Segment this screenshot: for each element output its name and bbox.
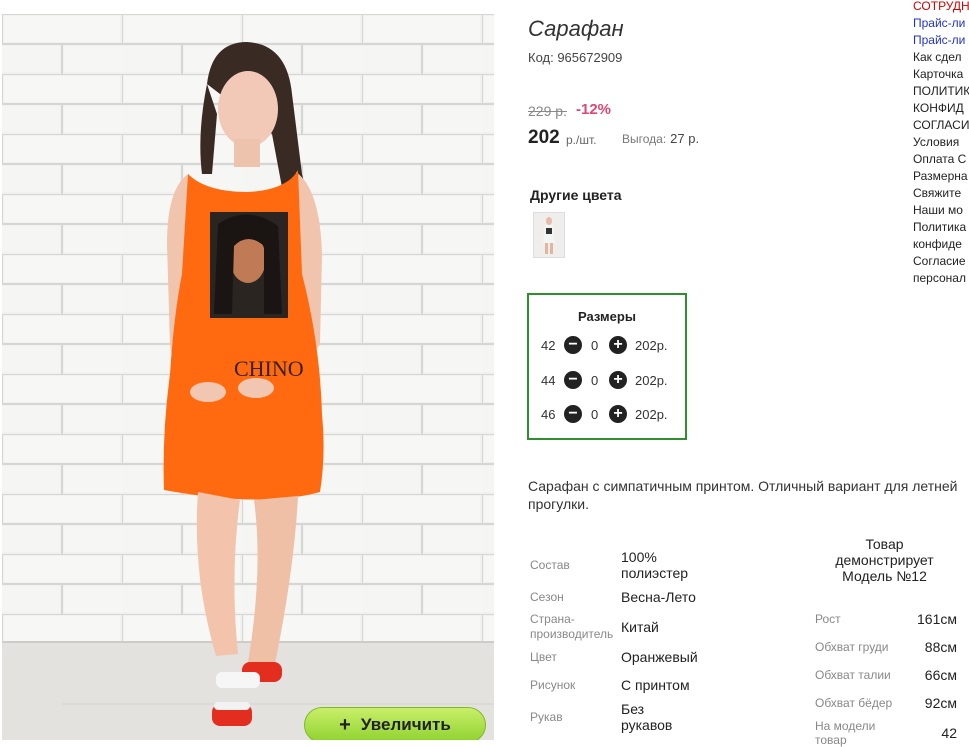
model-param-value: 42	[941, 725, 957, 741]
size-label: 44	[541, 373, 556, 388]
benefit: Выгода: 27 р.	[622, 131, 699, 146]
attr-value: 100% полиэстер	[621, 549, 689, 581]
discount-badge: -12%	[576, 101, 612, 118]
minus-icon[interactable]: −	[564, 371, 582, 389]
plus-icon[interactable]: +	[609, 405, 627, 423]
side-link[interactable]: Оплата С	[913, 151, 969, 168]
model-param-label: Рост	[815, 612, 841, 626]
color-variant-image	[534, 213, 564, 257]
zoom-button-label: Увеличить	[360, 715, 451, 734]
side-link[interactable]: Согласие	[913, 253, 969, 270]
dress-print-text: CHINO	[234, 356, 304, 381]
side-link[interactable]: Условия	[913, 134, 969, 151]
size-label: 42	[541, 338, 556, 353]
product-description: Сарафан с симпатичным принтом. Отличный …	[528, 478, 958, 512]
size-price: 202р.	[635, 407, 668, 422]
side-link[interactable]: Политика	[913, 219, 969, 236]
side-links: СОТРУДН Прайс-ли Прайс-ли Как сдел Карточка П…	[913, 0, 969, 287]
other-colors-title: Другие цвета	[530, 187, 622, 203]
model-param-value: 92см	[924, 695, 957, 711]
product-code: Код: 965672909	[528, 50, 623, 65]
side-link[interactable]: СОТРУДН	[913, 0, 969, 15]
attr-label: Состав	[530, 558, 570, 572]
side-link[interactable]: Свяжите	[913, 185, 969, 202]
side-link[interactable]: конфиде	[913, 236, 969, 253]
benefit-value: 27 р.	[670, 131, 700, 146]
model-param-value: 66см	[924, 667, 957, 683]
model-param-label: Обхват бёдер	[815, 696, 893, 710]
minus-icon[interactable]: −	[564, 336, 582, 354]
side-link[interactable]: ПОЛИТИК	[913, 83, 969, 100]
size-label: 46	[541, 407, 556, 422]
plus-icon: +	[339, 713, 351, 736]
product-photo[interactable]: CHINO + Увеличить	[2, 14, 494, 740]
attr-label: Цвет	[530, 650, 557, 664]
product-photo-image: CHINO	[2, 14, 494, 740]
old-price: 229 р.	[528, 103, 567, 119]
size-row: 44 − 0 + 202р.	[539, 371, 679, 391]
side-link[interactable]: Прайс-ли	[913, 15, 969, 32]
attr-label: Сезон	[530, 590, 564, 604]
side-link[interactable]: Прайс-ли	[913, 32, 969, 49]
side-link[interactable]: Как сдел	[913, 49, 969, 66]
current-price: 202	[528, 127, 560, 148]
side-link[interactable]: Карточка	[913, 66, 969, 83]
attr-label: Рисунок	[530, 678, 576, 692]
side-link[interactable]: СОГЛАСИ	[913, 117, 969, 134]
price-unit: р./шт.	[566, 133, 597, 147]
size-quantity[interactable]: 0	[591, 373, 598, 388]
plus-icon[interactable]: +	[609, 371, 627, 389]
color-variant-thumbnail[interactable]	[533, 212, 565, 258]
model-param-label: Обхват талии	[815, 668, 891, 682]
model-param-value: 88см	[924, 639, 957, 655]
attr-value: С принтом	[621, 677, 690, 693]
attr-label: Рукав	[530, 710, 563, 724]
attr-value: Китай	[621, 619, 659, 635]
side-link[interactable]: КОНФИД	[913, 100, 969, 117]
side-link[interactable]: Размерна	[913, 168, 969, 185]
model-heading: Товар демонстрирует Модель №12	[835, 536, 934, 584]
side-link[interactable]: персонал	[913, 270, 969, 287]
side-link[interactable]: Наши мо	[913, 202, 969, 219]
plus-icon[interactable]: +	[609, 336, 627, 354]
model-param-label: На модели товар	[815, 719, 876, 747]
attr-value: Весна-Лето	[621, 589, 696, 605]
zoom-button[interactable]: + Увеличить	[304, 707, 486, 740]
attr-label: Страна-производитель	[530, 612, 614, 641]
size-price: 202р.	[635, 373, 668, 388]
product-title: Сарафан	[528, 16, 624, 41]
model-param-value: 161см	[917, 611, 957, 627]
size-quantity[interactable]: 0	[591, 338, 598, 353]
size-row: 42 − 0 + 202р.	[539, 336, 679, 356]
sizes-title: Размеры	[578, 309, 636, 324]
size-quantity[interactable]: 0	[591, 407, 598, 422]
model-param-label: Обхват груди	[815, 640, 889, 654]
size-price: 202р.	[635, 338, 668, 353]
attr-value: Без рукавов	[621, 701, 673, 733]
attr-value: Оранжевый	[621, 649, 698, 665]
size-row: 46 − 0 + 202р.	[539, 405, 679, 425]
minus-icon[interactable]: −	[564, 405, 582, 423]
benefit-label: Выгода:	[622, 132, 667, 146]
sizes-panel: Размеры 42 − 0 + 202р. 44 − 0 + 202р. 46…	[527, 293, 687, 440]
